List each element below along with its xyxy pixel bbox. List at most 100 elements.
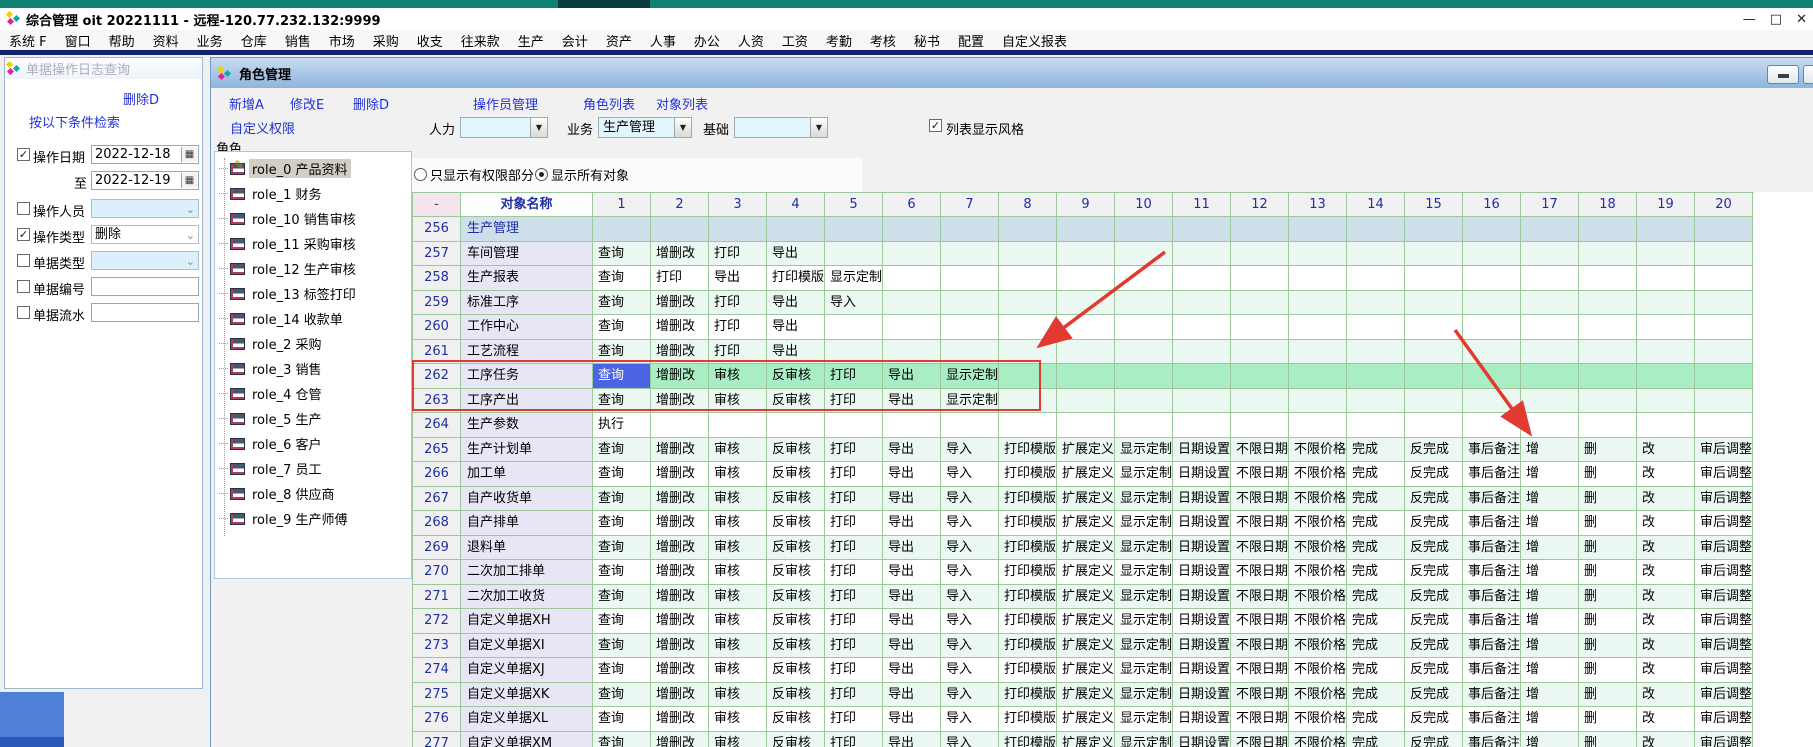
perm-cell[interactable] — [1115, 315, 1173, 340]
perm-cell[interactable]: 反完成 — [1405, 560, 1463, 585]
perm-cell[interactable] — [709, 217, 767, 242]
perm-cell[interactable] — [1637, 291, 1695, 316]
perm-cell[interactable]: 增删改 — [651, 487, 709, 512]
perm-cell[interactable]: 显示定制 — [1115, 683, 1173, 708]
perm-cell[interactable]: 事后备注 — [1463, 634, 1521, 659]
perm-cell[interactable]: 日期设置 — [1173, 707, 1231, 732]
role-list-link[interactable]: 角色列表 — [583, 94, 635, 113]
perm-cell[interactable]: 事后备注 — [1463, 585, 1521, 610]
perm-cell[interactable]: 打印 — [825, 536, 883, 561]
perm-cell[interactable] — [999, 364, 1057, 389]
perm-cell[interactable]: 删 — [1579, 658, 1637, 683]
perm-cell[interactable] — [1057, 217, 1115, 242]
perm-cell[interactable]: 查询 — [593, 340, 651, 365]
perm-cell[interactable]: 日期设置 — [1173, 560, 1231, 585]
perm-cell[interactable] — [1521, 364, 1579, 389]
edit-button[interactable]: 修改E — [290, 94, 324, 113]
perm-cell[interactable]: 打印 — [825, 511, 883, 536]
perm-cell[interactable]: 反审核 — [767, 683, 825, 708]
jichu-combo[interactable] — [734, 117, 828, 138]
perm-cell[interactable]: 打印 — [709, 242, 767, 267]
perm-cell[interactable]: 审核 — [709, 585, 767, 610]
perm-cell[interactable]: 改 — [1637, 634, 1695, 659]
perm-cell[interactable]: 增删改 — [651, 732, 709, 747]
object-name-cell[interactable]: 工序产出 — [461, 389, 593, 414]
menu-item[interactable]: 采购 — [364, 31, 408, 50]
perm-cell[interactable] — [1521, 389, 1579, 414]
new-button[interactable]: 新增A — [229, 94, 264, 113]
perm-cell[interactable]: 导出 — [883, 438, 941, 463]
perm-cell[interactable] — [883, 340, 941, 365]
menu-item[interactable]: 市场 — [320, 31, 364, 50]
perm-cell[interactable] — [1463, 364, 1521, 389]
perm-cell[interactable] — [1231, 340, 1289, 365]
perm-cell[interactable]: 导出 — [883, 585, 941, 610]
perm-cell[interactable]: 扩展定义 — [1057, 683, 1115, 708]
perm-cell[interactable] — [1637, 340, 1695, 365]
perm-cell[interactable] — [1579, 242, 1637, 267]
perm-cell[interactable]: 事后备注 — [1463, 560, 1521, 585]
perm-cell[interactable]: 打印 — [825, 462, 883, 487]
perm-cell[interactable] — [1115, 266, 1173, 291]
perm-cell[interactable]: 完成 — [1347, 511, 1405, 536]
perm-cell[interactable]: 增删改 — [651, 560, 709, 585]
perm-cell[interactable] — [1347, 364, 1405, 389]
perm-cell[interactable]: 审后调整 — [1695, 536, 1753, 561]
perm-cell[interactable]: 反审核 — [767, 364, 825, 389]
perm-cell[interactable]: 反审核 — [767, 707, 825, 732]
perm-cell[interactable]: 打印模版 — [999, 560, 1057, 585]
perm-cell[interactable]: 导出 — [883, 683, 941, 708]
perm-cell[interactable]: 审后调整 — [1695, 683, 1753, 708]
perm-cell[interactable]: 增 — [1521, 462, 1579, 487]
perm-cell[interactable]: 不限日期 — [1231, 438, 1289, 463]
chevron-down-icon[interactable] — [810, 118, 827, 137]
text-input[interactable] — [91, 303, 199, 322]
perm-cell[interactable] — [1579, 340, 1637, 365]
perm-cell[interactable] — [1173, 291, 1231, 316]
perm-cell[interactable]: 增 — [1521, 658, 1579, 683]
perm-cell[interactable]: 反审核 — [767, 634, 825, 659]
perm-cell[interactable] — [999, 413, 1057, 438]
perm-cell[interactable]: 反审核 — [767, 438, 825, 463]
perm-cell[interactable]: 打印 — [825, 707, 883, 732]
perm-cell[interactable] — [1695, 242, 1753, 267]
perm-cell[interactable]: 导入 — [941, 732, 999, 747]
perm-cell[interactable]: 扩展定义 — [1057, 438, 1115, 463]
perm-cell[interactable]: 审后调整 — [1695, 585, 1753, 610]
perm-cell[interactable] — [1289, 242, 1347, 267]
perm-cell[interactable] — [1057, 413, 1115, 438]
perm-cell[interactable]: 打印模版 — [999, 536, 1057, 561]
perm-cell[interactable]: 反审核 — [767, 609, 825, 634]
text-input[interactable] — [91, 277, 199, 296]
object-name-cell[interactable]: 工序任务 — [461, 364, 593, 389]
perm-cell[interactable]: 导出 — [883, 536, 941, 561]
chevron-down-icon[interactable] — [530, 118, 547, 137]
perm-cell[interactable]: 删 — [1579, 683, 1637, 708]
perm-cell[interactable]: 导出 — [767, 291, 825, 316]
perm-cell[interactable]: 查询 — [593, 462, 651, 487]
perm-cell[interactable]: 事后备注 — [1463, 438, 1521, 463]
perm-cell[interactable] — [1231, 315, 1289, 340]
perm-cell[interactable] — [941, 266, 999, 291]
perm-cell[interactable]: 导出 — [883, 732, 941, 747]
perm-cell[interactable]: 导出 — [767, 242, 825, 267]
perm-cell[interactable]: 删 — [1579, 732, 1637, 747]
perm-cell[interactable] — [941, 242, 999, 267]
perm-cell[interactable]: 完成 — [1347, 683, 1405, 708]
perm-cell[interactable]: 显示定制 — [1115, 511, 1173, 536]
perm-cell[interactable]: 事后备注 — [1463, 609, 1521, 634]
perm-cell[interactable]: 扩展定义 — [1057, 511, 1115, 536]
object-name-cell[interactable]: 自定义单据XJ — [461, 658, 593, 683]
perm-cell[interactable]: 反审核 — [767, 658, 825, 683]
perm-cell[interactable]: 审核 — [709, 364, 767, 389]
perm-cell[interactable]: 不限日期 — [1231, 462, 1289, 487]
field-checkbox[interactable] — [17, 148, 30, 161]
perm-cell[interactable] — [1057, 340, 1115, 365]
perm-cell[interactable]: 审核 — [709, 658, 767, 683]
object-name-cell[interactable]: 自产排单 — [461, 511, 593, 536]
perm-cell[interactable]: 日期设置 — [1173, 585, 1231, 610]
perm-cell[interactable]: 审后调整 — [1695, 511, 1753, 536]
menu-item[interactable]: 仓库 — [232, 31, 276, 50]
perm-cell[interactable]: 增删改 — [651, 609, 709, 634]
perm-cell[interactable]: 不限日期 — [1231, 560, 1289, 585]
